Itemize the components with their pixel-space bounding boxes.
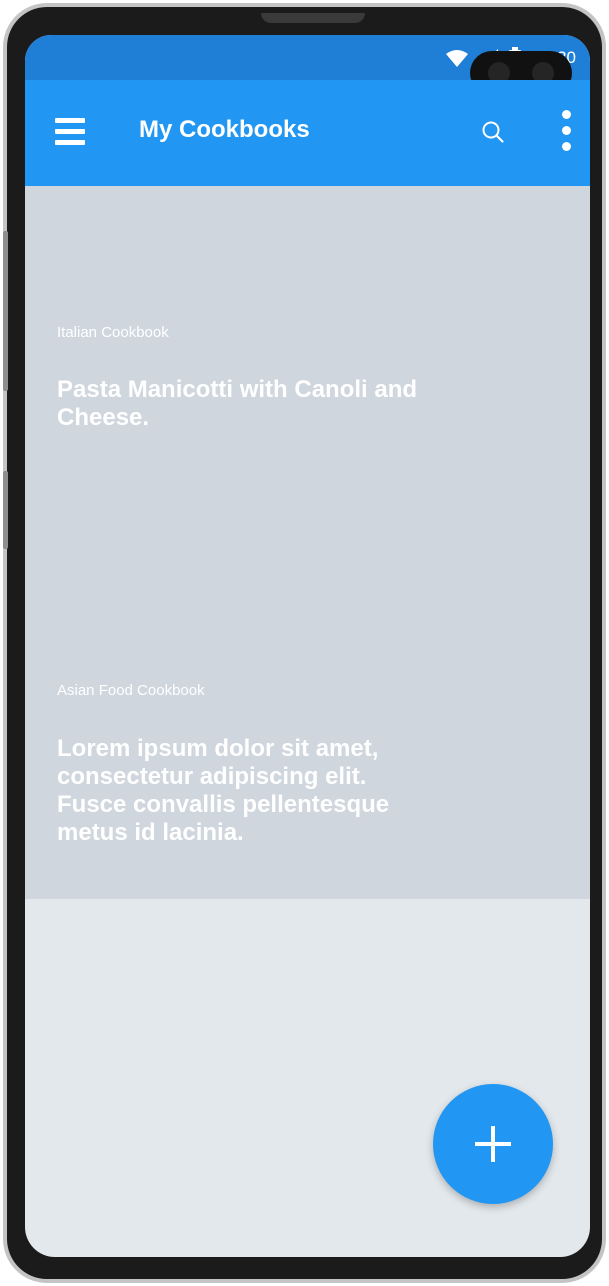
plus-icon [475,1126,511,1162]
top-speaker [261,13,365,23]
screen: 11:30 My Cookbooks [25,35,590,1257]
cookbook-card[interactable]: Italian Cookbook Pasta Manicotti with Ca… [25,186,590,545]
recipe-title: Pasta Manicotti with Canoli and Cheese. [57,376,418,431]
phone-frame: 11:30 My Cookbooks [3,3,606,1283]
recipe-title: Lorem ipsum dolor sit amet, consectetur … [57,735,390,846]
status-bar: 11:30 [25,35,590,95]
wifi-icon [445,50,468,67]
menu-icon[interactable] [55,118,85,148]
cookbook-list: Italian Cookbook Pasta Manicotti with Ca… [25,186,590,899]
app-bar: My Cookbooks [25,80,590,186]
cookbook-name: Asian Food Cookbook [57,682,205,699]
more-vert-icon[interactable] [557,108,577,156]
side-button-volume [3,231,8,391]
cookbook-name: Italian Cookbook [57,324,169,341]
cookbook-card[interactable]: Asian Food Cookbook Lorem ipsum dolor si… [25,545,590,899]
search-icon[interactable] [479,118,509,148]
add-cookbook-button[interactable] [433,1084,553,1204]
side-button-power [3,471,8,549]
app-title: My Cookbooks [139,116,310,143]
